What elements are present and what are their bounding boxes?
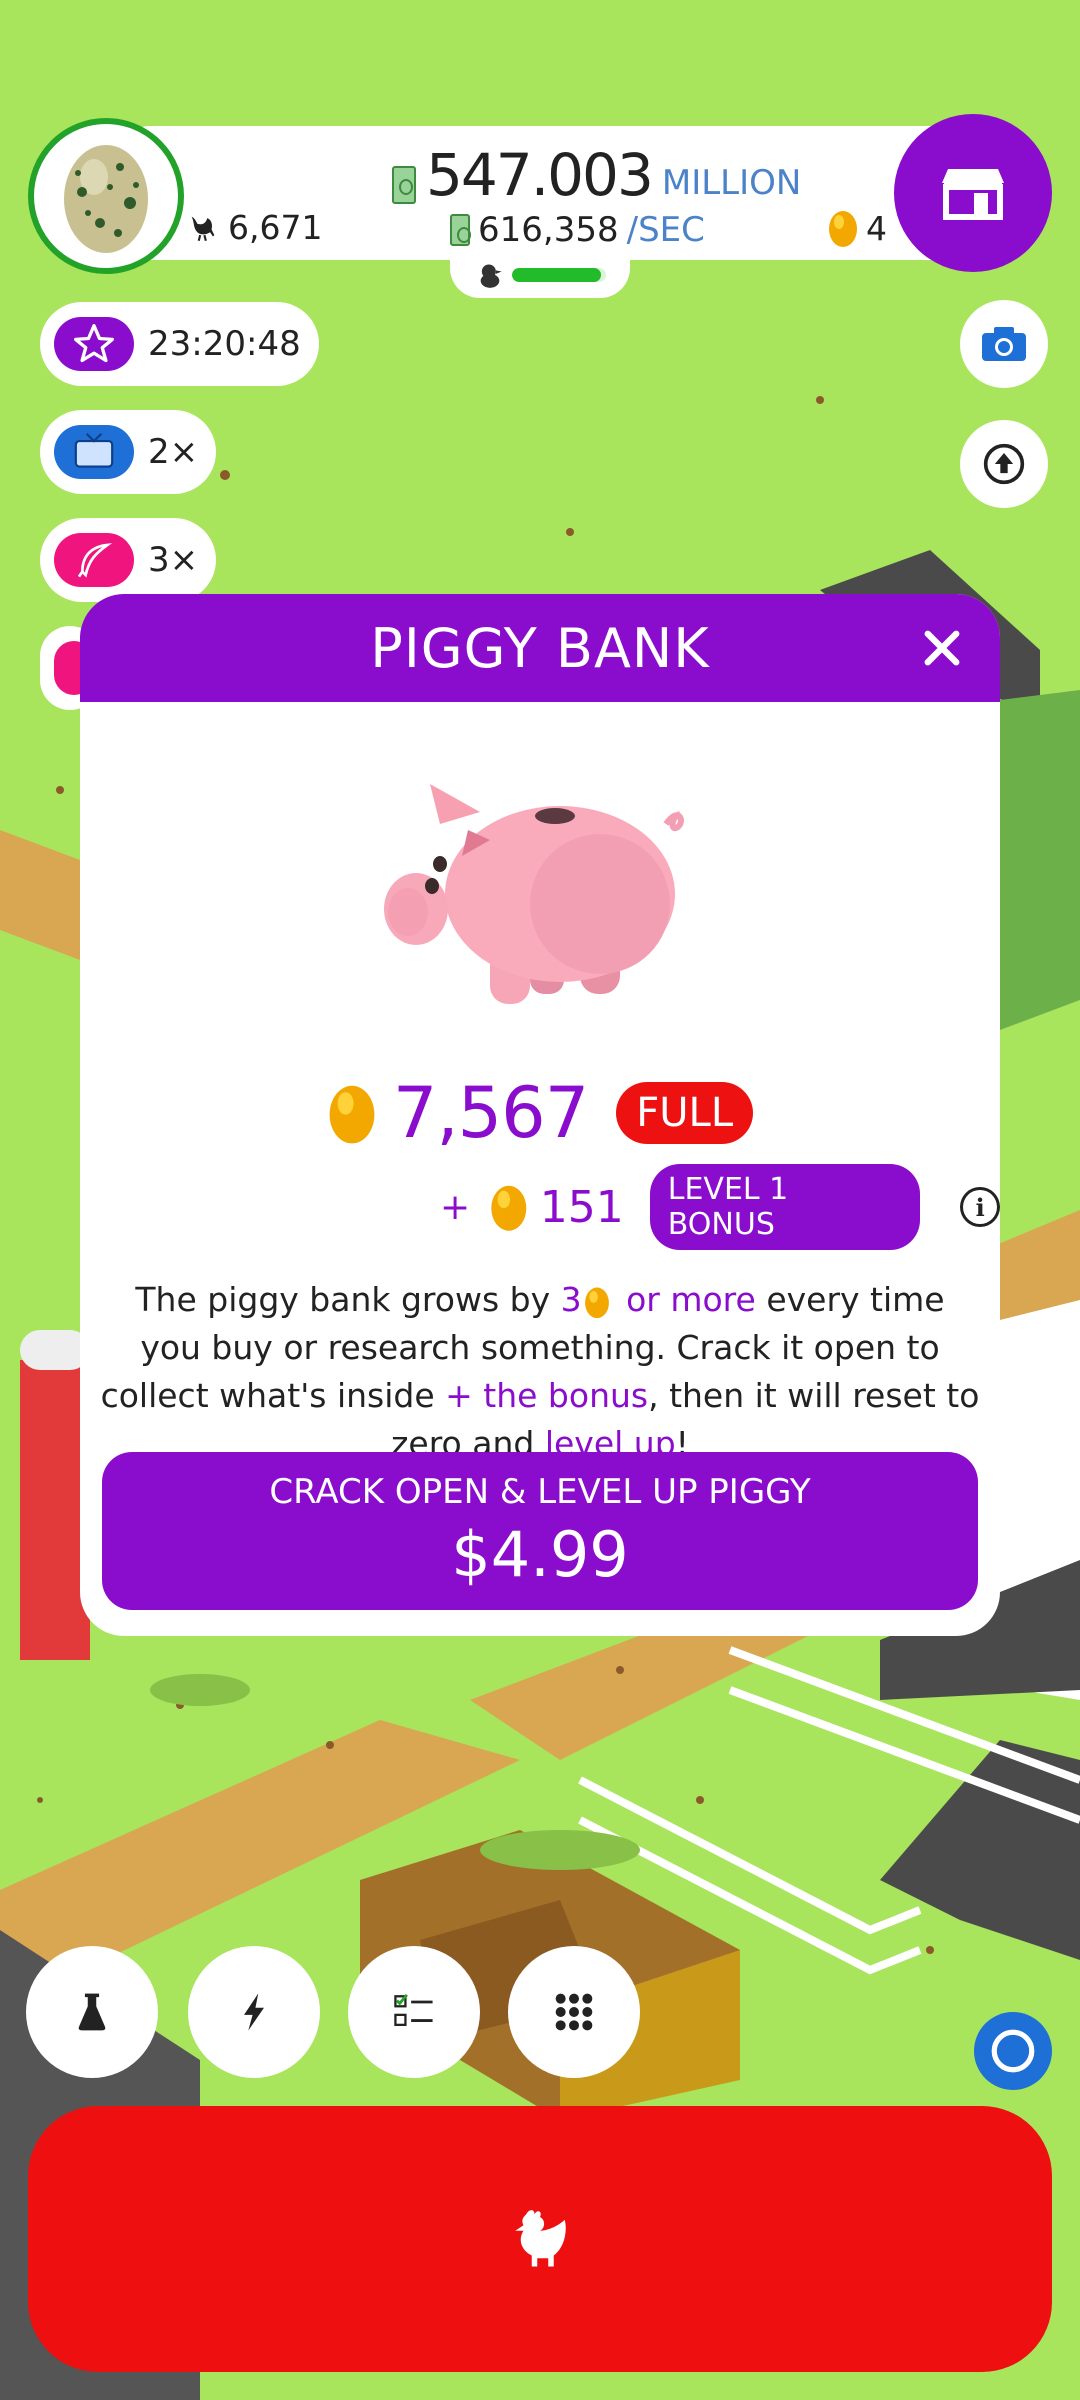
desc-text: The piggy bank grows by (135, 1280, 561, 1319)
piggy-bank-image (380, 764, 700, 1034)
chicken-icon (191, 216, 215, 241)
boost-badge (54, 533, 134, 587)
piggy-bank-description: The piggy bank grows by 3 or more every … (100, 1276, 980, 1468)
grid-menu-icon (555, 1993, 593, 2031)
boost-timer-label: 23:20:48 (148, 324, 301, 364)
golden-egg-icon (829, 211, 857, 247)
crack-open-price: $4.99 (451, 1517, 629, 1591)
boosts-button[interactable] (188, 1946, 320, 2078)
checklist-icon (394, 1993, 433, 2026)
bonus-amount: 151 (539, 1181, 624, 1233)
speckled-egg-icon (64, 145, 148, 253)
close-icon (924, 630, 960, 666)
upgrade-button[interactable] (960, 420, 1048, 508)
golden-eggs: 4 (828, 208, 887, 248)
money-unit: MILLION (661, 163, 802, 204)
golden-egg-icon (491, 1185, 527, 1231)
golden-egg-icon (584, 1287, 609, 1318)
menu-button[interactable] (508, 1946, 640, 2078)
full-status-badge: FULL (616, 1082, 754, 1144)
piggy-bank-amount: 7,567 (392, 1072, 589, 1154)
piggy-bank-dialog: PIGGY BANK 7,567 FULL + 151 LEVEL 1 BONU… (80, 594, 1000, 1636)
ring-icon (991, 2029, 1035, 2073)
focus-button[interactable] (974, 2012, 1052, 2090)
bonus-row: + 151 LEVEL 1 BONUS i (440, 1164, 1000, 1250)
boost-badge (54, 425, 134, 479)
arrow-up-circle-icon (983, 443, 1025, 485)
desc-or-more: or more (626, 1280, 756, 1319)
golden-eggs-value: 4 (866, 208, 887, 248)
desc-number: 3 (560, 1280, 582, 1319)
video-boost-label: 2× (148, 432, 199, 472)
crack-open-button[interactable]: CRACK OPEN & LEVEL UP PIGGY $4.99 (102, 1452, 978, 1610)
money-total: 547.003 MILLION (392, 140, 801, 204)
progress-fill (512, 268, 602, 282)
lightning-icon (244, 1993, 264, 2031)
dialog-title: PIGGY BANK (370, 616, 710, 680)
chicken-count: 6,671 (186, 208, 322, 247)
bonus-plus: + (440, 1186, 471, 1228)
progress-track (512, 268, 606, 282)
research-button[interactable] (26, 1946, 158, 2078)
feather-boost-label: 3× (148, 540, 199, 580)
flask-icon (78, 1993, 106, 2031)
boost-badge (54, 317, 134, 371)
crack-open-label: CRACK OPEN & LEVEL UP PIGGY (269, 1471, 811, 1512)
close-button[interactable] (914, 620, 970, 676)
shop-button[interactable] (894, 114, 1052, 272)
level-bonus-badge: LEVEL 1 BONUS (649, 1164, 921, 1250)
tv-icon (74, 433, 114, 468)
farm-egg-avatar[interactable] (28, 118, 184, 274)
boost-timer-pill[interactable]: 23:20:48 (40, 302, 319, 386)
chicken-count-value: 6,671 (228, 208, 323, 247)
shop-icon (942, 169, 1004, 220)
camera-button[interactable] (960, 300, 1048, 388)
chick-icon (480, 264, 502, 288)
money-rate: 616,358/SEC (450, 208, 705, 252)
cash-icon (450, 214, 471, 246)
star-icon (74, 324, 114, 363)
desc-bonus: + the bonus (445, 1376, 649, 1415)
camera-icon (982, 327, 1026, 361)
cash-icon (392, 166, 416, 204)
info-icon[interactable]: i (960, 1187, 1000, 1227)
feather-boost-pill[interactable]: 3× (40, 518, 217, 602)
rate-value: 616,358 (478, 210, 619, 250)
chicken-icon (515, 2210, 566, 2267)
rate-unit: /SEC (626, 210, 705, 250)
piggy-bank-icon (384, 784, 684, 1004)
feather-icon (77, 543, 113, 578)
money-value: 547.003 (426, 141, 654, 209)
missions-button[interactable] (348, 1946, 480, 2078)
golden-egg-icon (329, 1085, 375, 1144)
piggy-bank-amount-row: 7,567 FULL (80, 1072, 1000, 1154)
hatch-chicken-button[interactable] (28, 2106, 1052, 2372)
dialog-header: PIGGY BANK (80, 594, 1000, 702)
video-boost-pill[interactable]: 2× (40, 410, 217, 494)
hatchery-progress (450, 252, 630, 298)
